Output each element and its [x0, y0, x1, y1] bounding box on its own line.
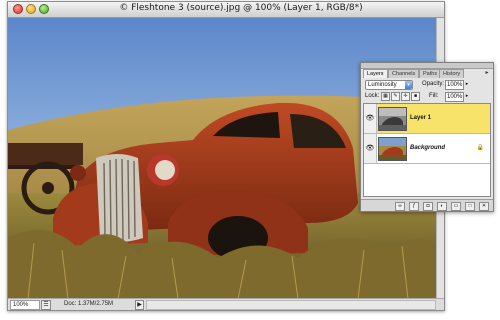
lock-label: Lock: — [365, 93, 380, 99]
layer-thumbnail — [378, 137, 407, 161]
opacity-field[interactable]: 100% — [445, 80, 464, 90]
minimize-button[interactable] — [26, 4, 36, 14]
eye-icon[interactable]: 👁 — [364, 104, 377, 133]
status-menu-arrow-icon[interactable]: ▶ — [135, 300, 144, 310]
trash-icon[interactable]: ✕ — [479, 202, 489, 211]
doc-size-info: Doc: 1.37M/2.75M — [64, 301, 114, 307]
tab-paths[interactable]: Paths — [419, 69, 442, 78]
lock-icon: 🔒 — [476, 145, 484, 151]
horizontal-scrollbar[interactable] — [146, 300, 436, 310]
status-bar: 100% ☰ Doc: 1.37M/2.75M ▶ — [8, 298, 444, 310]
blend-mode-select[interactable]: Luminosity ▾ — [365, 80, 413, 90]
fill-arrow-icon[interactable]: ▸ — [464, 93, 470, 100]
fill-field[interactable]: 100% — [445, 92, 464, 102]
tab-channels[interactable]: Channels — [388, 69, 420, 78]
folder-icon[interactable]: ▭ — [451, 202, 461, 211]
opacity-arrow-icon[interactable]: ▸ — [464, 81, 470, 88]
fx-icon[interactable]: ƒ — [409, 202, 419, 211]
layer-row-layer-1[interactable]: 👁 Layer 1 — [364, 104, 490, 134]
lock-transparency-icon[interactable]: ▦ — [381, 92, 390, 101]
palette-tabs: Layers Channels Paths History — [363, 69, 491, 78]
info-icon[interactable]: ☰ — [41, 300, 51, 310]
layers-palette: Layers Channels Paths History ▸ Luminosi… — [360, 62, 494, 212]
palette-menu-icon[interactable]: ▸ — [484, 69, 490, 76]
layers-list: 👁 Layer 1 👁 Background 🔒 — [363, 103, 491, 197]
zoom-level-field[interactable]: 100% — [10, 300, 40, 310]
lock-fill-row: Lock: ▦ ✎ ✛ ■ Fill: 100% ▸ — [363, 91, 491, 102]
tab-history[interactable]: History — [439, 69, 465, 78]
mask-icon[interactable]: ◘ — [423, 202, 433, 211]
new-layer-icon[interactable]: □ — [465, 202, 475, 211]
chevron-down-icon: ▾ — [405, 81, 412, 89]
title-bar[interactable]: © Fleshtone 3 (source).jpg @ 100% (Layer… — [8, 2, 444, 18]
layer-thumbnail — [378, 107, 407, 131]
layer-name[interactable]: Layer 1 — [410, 104, 431, 133]
blend-mode-value: Luminosity — [368, 82, 397, 88]
lock-all-icon[interactable]: ■ — [411, 92, 420, 101]
document-title: © Fleshtone 3 (source).jpg @ 100% (Layer… — [119, 3, 363, 13]
link-icon[interactable]: ∞ — [395, 202, 405, 211]
adjustment-icon[interactable]: ◐ — [437, 202, 447, 211]
layer-row-background[interactable]: 👁 Background 🔒 — [364, 134, 490, 164]
lock-pixels-icon[interactable]: ✎ — [391, 92, 400, 101]
eye-icon[interactable]: 👁 — [364, 134, 377, 163]
lock-position-icon[interactable]: ✛ — [401, 92, 410, 101]
fill-label: Fill: — [429, 93, 439, 99]
close-button[interactable] — [13, 4, 23, 14]
zoom-button[interactable] — [39, 4, 49, 14]
blend-opacity-row: Luminosity ▾ Opacity: 100% ▸ — [363, 79, 491, 90]
tab-layers[interactable]: Layers — [363, 69, 388, 78]
layer-name[interactable]: Background — [410, 134, 445, 163]
palette-bottom-bar: ∞ ƒ ◘ ◐ ▭ □ ✕ — [361, 199, 493, 211]
opacity-label: Opacity: — [422, 81, 445, 87]
